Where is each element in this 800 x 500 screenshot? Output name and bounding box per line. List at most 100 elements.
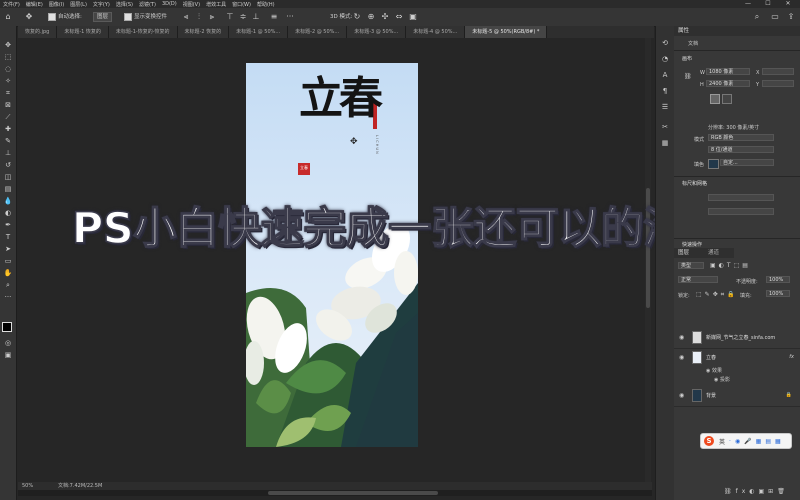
ime-emoji-icon[interactable]: ◉ xyxy=(735,438,740,445)
ruler-grid-header[interactable]: 标尺和网格 xyxy=(682,180,707,187)
width-field[interactable]: 1080 像素 xyxy=(706,68,750,75)
history-brush-icon[interactable]: ↺ xyxy=(2,160,14,170)
healing-brush-icon[interactable]: ✚ xyxy=(2,124,14,134)
link-icon[interactable]: ⛓ xyxy=(684,73,692,80)
roll-3d-icon[interactable]: ⊕ xyxy=(366,12,376,22)
layer-row[interactable]: ◉ 背景 🔒 xyxy=(674,386,800,407)
tab-doc-1[interactable]: 恢复的.jpg xyxy=(18,26,58,38)
menu-filter[interactable]: 滤镜(T) xyxy=(136,1,159,8)
libraries-icon[interactable]: ☰ xyxy=(660,102,670,112)
tools-preset-icon[interactable]: ✂ xyxy=(660,122,670,132)
menu-edit[interactable]: 编辑(E) xyxy=(23,1,46,8)
quick-mask-icon[interactable]: ◎ xyxy=(2,338,14,348)
quick-actions-header[interactable]: 快速操作 xyxy=(682,241,702,248)
landscape-orientation-icon[interactable] xyxy=(722,94,732,104)
more-tools-icon[interactable]: ··· xyxy=(2,292,14,302)
tab-doc-6[interactable]: 未标题-2 @ 50%... xyxy=(288,26,348,38)
gradient-tool-icon[interactable]: ▤ xyxy=(2,184,14,194)
layer-action-icons[interactable]: ⛓fx◐▣⊞🗑 xyxy=(724,488,789,495)
minimize-button[interactable]: — xyxy=(738,0,758,8)
history-icon[interactable]: ⟲ xyxy=(660,38,670,48)
tab-doc-active[interactable]: 未标题-5 @ 50%(RGB/8#) * xyxy=(465,26,548,38)
visibility-eye-icon[interactable]: ◉ xyxy=(679,392,684,399)
brush-tool-icon[interactable]: ✎ xyxy=(2,136,14,146)
fx-indicator[interactable]: fx xyxy=(789,354,794,360)
effects-row[interactable]: ◉ 效果 xyxy=(706,367,722,374)
vertical-scrollbar[interactable] xyxy=(645,38,651,482)
align-center-icon[interactable]: ⫶ xyxy=(194,12,204,22)
layer-filter-select[interactable]: 类型 xyxy=(678,262,704,269)
frame-tool-icon[interactable]: ⊠ xyxy=(2,100,14,110)
horizontal-scrollbar[interactable] xyxy=(18,490,652,496)
hand-tool-icon[interactable]: ✋ xyxy=(2,268,14,278)
align-top-icon[interactable]: ⊤ xyxy=(225,12,235,22)
depth-select[interactable]: 8 位/通道 xyxy=(708,146,774,153)
ime-toolbar[interactable]: S 英 · ◉ 🎤 ▦ ▤ ▦ xyxy=(700,433,792,449)
align-middle-icon[interactable]: ≑ xyxy=(238,12,248,22)
workspace-icon[interactable]: ▭ xyxy=(770,12,780,22)
fill-color-swatch[interactable] xyxy=(708,159,719,169)
eyedropper-icon[interactable]: ⟋ xyxy=(2,112,14,122)
menu-type[interactable]: 文字(Y) xyxy=(90,1,113,8)
share-icon[interactable]: ⇪ xyxy=(786,12,796,22)
distribute-icon[interactable]: ≡ xyxy=(269,12,279,22)
menu-view[interactable]: 视图(V) xyxy=(180,1,203,8)
crop-tool-icon[interactable]: ⌗ xyxy=(2,88,14,98)
menu-select[interactable]: 选择(S) xyxy=(113,1,136,8)
move-tool-icon[interactable]: ✥ xyxy=(24,12,34,22)
lock-icons[interactable]: ⬚✎✥⌗🔒 xyxy=(696,291,738,299)
magic-wand-icon[interactable]: ✧ xyxy=(2,76,14,86)
ime-tools-icon[interactable]: ▤ xyxy=(765,438,771,445)
maximize-button[interactable]: ☐ xyxy=(758,0,778,8)
ime-skin-icon[interactable]: ▦ xyxy=(775,438,781,445)
close-button[interactable]: ✕ xyxy=(778,0,798,8)
layer-select-dropdown[interactable]: 图层 xyxy=(93,11,113,23)
fill-select[interactable]: 自定... xyxy=(720,159,774,166)
tab-channels[interactable]: 通道 xyxy=(704,248,734,258)
align-bottom-icon[interactable]: ⊥ xyxy=(251,12,261,22)
grid-select[interactable] xyxy=(708,208,774,215)
pan-3d-icon[interactable]: ✣ xyxy=(380,12,390,22)
menu-layer[interactable]: 图层(L) xyxy=(67,1,90,8)
blend-mode-select[interactable]: 正常 xyxy=(678,276,718,283)
tab-doc-2[interactable]: 未标题-1 恢复的 xyxy=(57,26,109,38)
tab-doc-8[interactable]: 未标题-4 @ 50%... xyxy=(406,26,466,38)
color-icon[interactable]: ◔ xyxy=(660,54,670,64)
menu-plugins[interactable]: 增效工具 xyxy=(203,1,229,8)
align-left-icon[interactable]: ⫷ xyxy=(181,12,191,22)
shape-tool-icon[interactable]: ▭ xyxy=(2,256,14,266)
ruler-unit-select[interactable] xyxy=(708,194,774,201)
tab-doc-7[interactable]: 未标题-3 @ 50%... xyxy=(347,26,407,38)
portrait-orientation-icon[interactable] xyxy=(710,94,720,104)
tab-doc-5[interactable]: 未标题-1 @ 50%... xyxy=(229,26,289,38)
ime-voice-icon[interactable]: 🎤 xyxy=(744,438,751,445)
opacity-field[interactable]: 100% xyxy=(766,276,790,283)
visibility-eye-icon[interactable]: ◉ xyxy=(679,354,684,361)
fill-field[interactable]: 100% xyxy=(766,290,790,297)
orbit-3d-icon[interactable]: ↻ xyxy=(352,12,362,22)
menu-window[interactable]: 窗口(W) xyxy=(229,1,254,8)
scale-3d-icon[interactable]: ▣ xyxy=(408,12,418,22)
show-transform-checkbox[interactable]: 显示变换控件 xyxy=(124,11,167,23)
more-options-icon[interactable]: ··· xyxy=(285,12,295,22)
marquee-tool-icon[interactable]: ⬚ xyxy=(2,52,14,62)
zoom-level[interactable]: 50% xyxy=(22,482,33,490)
height-field[interactable]: 2400 像素 xyxy=(706,80,750,87)
move-tool-icon[interactable]: ✥ xyxy=(2,40,14,50)
swatches-icon[interactable]: ▦ xyxy=(660,138,670,148)
slide-3d-icon[interactable]: ⇔ xyxy=(394,12,404,22)
layer-row[interactable]: ◉ 立春 fx xyxy=(674,348,800,368)
tab-doc-4[interactable]: 未标题-2 恢复的 xyxy=(177,26,230,38)
menu-image[interactable]: 图像(I) xyxy=(46,1,67,8)
tab-doc-3[interactable]: 未标题-1-恢复的-恢复的 xyxy=(108,26,178,38)
visibility-eye-icon[interactable]: ◉ xyxy=(679,334,684,341)
home-icon[interactable]: ⌂ xyxy=(3,12,13,22)
auto-select-checkbox[interactable]: 自动选择: xyxy=(48,11,82,23)
menu-help[interactable]: 帮助(H) xyxy=(254,1,278,8)
layer-row[interactable]: ◉ 新媒网_节气之立春_sinfa.com xyxy=(674,328,800,349)
eraser-tool-icon[interactable]: ◫ xyxy=(2,172,14,182)
foreground-color-swatch[interactable] xyxy=(2,322,12,332)
character-icon[interactable]: A xyxy=(660,70,670,80)
drop-shadow-row[interactable]: ◉ 投影 xyxy=(714,376,730,383)
lasso-tool-icon[interactable]: ◌ xyxy=(2,64,14,74)
